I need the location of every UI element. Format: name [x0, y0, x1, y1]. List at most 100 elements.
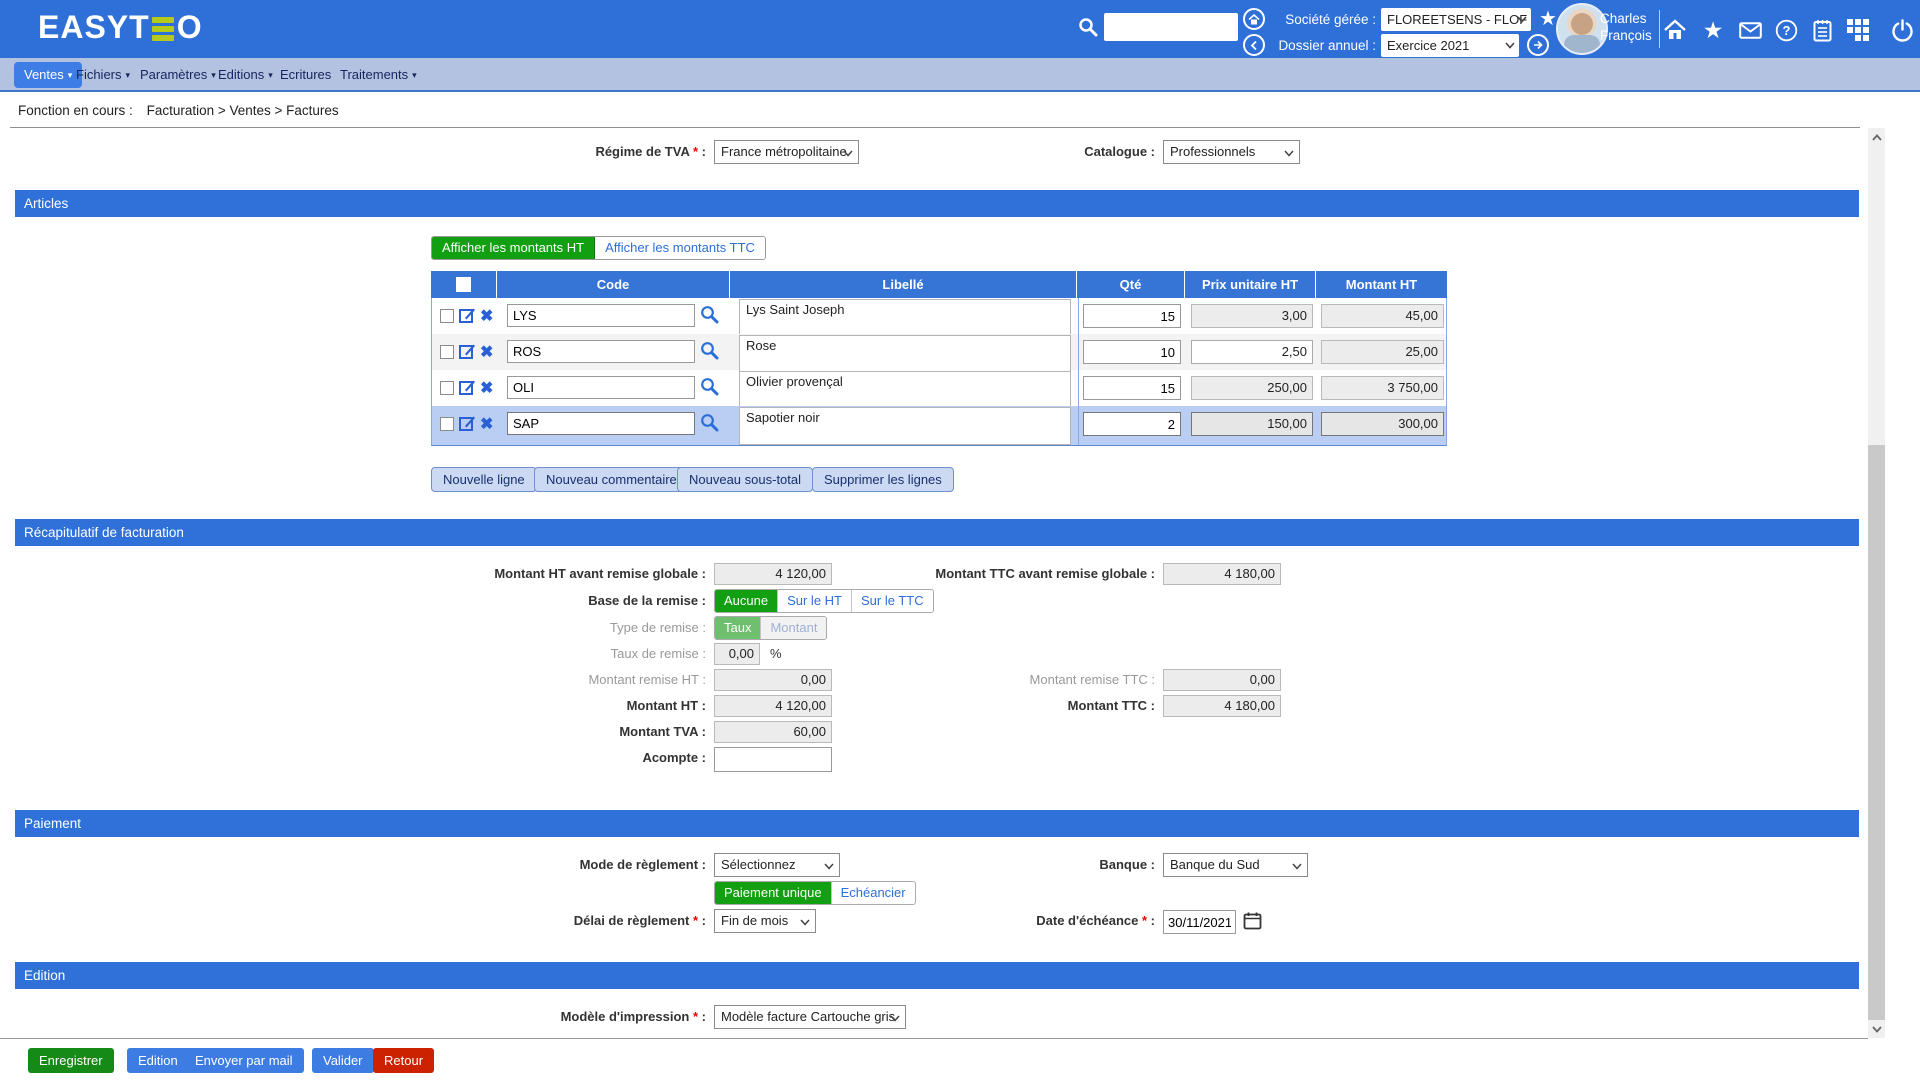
valider-button[interactable]: Valider	[312, 1048, 374, 1073]
base-sur-ht-option[interactable]: Sur le HT	[778, 590, 852, 612]
paiement-unique-option[interactable]: Paiement unique	[715, 882, 832, 904]
acompte-label: Acompte :	[0, 746, 706, 770]
libelle-input[interactable]: Rose	[739, 335, 1071, 373]
delete-row-icon[interactable]: ✖	[480, 378, 493, 398]
section-paiement: Paiement	[15, 810, 1859, 837]
row-checkbox[interactable]	[440, 381, 454, 395]
recap-row-totals: Montant HT : 4 120,00 Montant TTC : 4 18…	[0, 694, 1920, 720]
row-checkbox[interactable]	[440, 417, 454, 431]
qty-input[interactable]	[1083, 304, 1181, 328]
enregistrer-button[interactable]: Enregistrer	[28, 1048, 114, 1073]
delete-row-icon[interactable]: ✖	[480, 342, 493, 362]
search-icon	[1078, 17, 1098, 37]
qty-input[interactable]	[1083, 340, 1181, 364]
libelle-input[interactable]: Olivier provençal	[739, 371, 1071, 409]
show-ht-toggle[interactable]: Afficher les montants HT	[432, 237, 595, 259]
qty-input[interactable]	[1083, 376, 1181, 400]
edit-row-icon[interactable]	[459, 307, 476, 324]
qty-input[interactable]	[1083, 412, 1181, 436]
delete-row-icon[interactable]: ✖	[480, 414, 493, 434]
banque-select[interactable]: Banque du Sud	[1163, 853, 1308, 877]
folder-back-icon[interactable]	[1243, 34, 1265, 56]
folder-select[interactable]: Exercice 2021	[1381, 34, 1519, 57]
search-article-icon[interactable]	[700, 305, 719, 324]
search-input[interactable]	[1104, 13, 1238, 41]
scroll-up-arrow[interactable]	[1868, 128, 1885, 146]
row-checkbox[interactable]	[440, 309, 454, 323]
base-aucune-option[interactable]: Aucune	[715, 590, 778, 612]
delete-row-icon[interactable]: ✖	[480, 306, 493, 326]
show-ttc-toggle[interactable]: Afficher les montants TTC	[595, 237, 765, 259]
invoice-header-row: Régime de TVA * : France métropolitaine …	[0, 140, 1920, 166]
edit-row-icon[interactable]	[459, 343, 476, 360]
code-input[interactable]	[507, 412, 695, 435]
chevron-down-icon	[1505, 42, 1515, 49]
global-search	[1078, 13, 1238, 41]
notes-icon[interactable]	[1809, 17, 1835, 43]
montant-remise-ttc-field: 0,00	[1163, 669, 1281, 691]
scrollbar-thumb[interactable]	[1868, 445, 1885, 1020]
ttc-before-field: 4 180,00	[1163, 563, 1281, 585]
acompte-input[interactable]	[714, 747, 832, 772]
mode-reglement-label: Mode de règlement :	[0, 853, 706, 877]
code-input[interactable]	[507, 304, 695, 327]
scroll-down-arrow[interactable]	[1868, 1020, 1885, 1038]
company-home-icon[interactable]	[1243, 8, 1265, 30]
taux-remise-field: 0,00	[714, 643, 760, 665]
help-icon[interactable]: ?	[1773, 17, 1799, 43]
menu-traitements[interactable]: Traitements▾	[340, 58, 417, 92]
edition-button[interactable]: Edition	[127, 1048, 189, 1073]
calendar-icon[interactable]	[1243, 911, 1262, 930]
company-label: Société gérée :	[1272, 12, 1376, 27]
unit-price-field: 150,00	[1191, 412, 1313, 436]
edit-row-icon[interactable]	[459, 415, 476, 432]
code-input[interactable]	[507, 376, 695, 399]
select-all-checkbox[interactable]	[456, 277, 471, 292]
logo-text-suffix: O	[177, 9, 203, 46]
logo-bars-icon	[151, 15, 176, 43]
libelle-input[interactable]: Sapotier noir	[739, 407, 1071, 445]
table-row: ✖ Rose 2,50 25,00	[432, 334, 1446, 370]
home-icon[interactable]	[1662, 17, 1688, 43]
unit-price-input[interactable]: 2,50	[1191, 340, 1313, 364]
retour-button[interactable]: Retour	[373, 1048, 434, 1073]
base-sur-ttc-option[interactable]: Sur le TTC	[852, 590, 933, 612]
favorites-star-icon[interactable]: ★	[1700, 17, 1726, 43]
mail-icon[interactable]	[1737, 17, 1763, 43]
libelle-input[interactable]: Lys Saint Joseph	[739, 299, 1071, 337]
favorite-star-icon[interactable]: ★	[1539, 8, 1557, 30]
edit-row-icon[interactable]	[459, 379, 476, 396]
envoyer-par-mail-button[interactable]: Envoyer par mail	[184, 1048, 304, 1073]
row-checkbox[interactable]	[440, 345, 454, 359]
catalog-select[interactable]: Professionnels	[1163, 140, 1300, 164]
company-select[interactable]: FLOREETSENS - FLOF	[1381, 8, 1531, 31]
date-echeance-input[interactable]	[1163, 910, 1236, 934]
section-edition: Edition	[15, 962, 1859, 989]
new-line-button[interactable]: Nouvelle ligne	[431, 467, 537, 492]
type-montant-option[interactable]: Montant	[761, 617, 826, 639]
code-input[interactable]	[507, 340, 695, 363]
menu-fichiers[interactable]: Fichiers▾	[76, 58, 130, 92]
menu-ventes[interactable]: Ventes▾	[14, 62, 82, 88]
modele-impression-select[interactable]: Modèle facture Cartouche gris	[714, 1005, 906, 1029]
power-icon[interactable]	[1889, 17, 1915, 43]
echeancier-option[interactable]: Echéancier	[832, 882, 915, 904]
app-logo: EASYTO	[38, 9, 203, 46]
breadcrumb-divider	[10, 127, 1860, 128]
search-article-icon[interactable]	[700, 377, 719, 396]
top-header: EASYTO Société gérée : FLOREETSENS - FLO…	[0, 0, 1920, 58]
folder-go-icon[interactable]	[1527, 34, 1549, 56]
search-article-icon[interactable]	[700, 413, 719, 432]
apps-grid-icon[interactable]	[1845, 17, 1871, 43]
recap-row-tva: Montant TVA : 60,00	[0, 720, 1920, 746]
menu-ecritures[interactable]: Ecritures	[280, 58, 331, 92]
vertical-scrollbar	[1868, 128, 1885, 1038]
delete-lines-button[interactable]: Supprimer les lignes	[812, 467, 954, 492]
vat-label: Régime de TVA * :	[0, 140, 706, 164]
new-subtotal-button[interactable]: Nouveau sous-total	[677, 467, 813, 492]
type-taux-option[interactable]: Taux	[715, 617, 761, 639]
menu-editions[interactable]: Editions▾	[218, 58, 273, 92]
menu-parametres[interactable]: Paramètres▾	[140, 58, 216, 92]
new-comment-button[interactable]: Nouveau commentaire	[534, 467, 689, 492]
search-article-icon[interactable]	[700, 341, 719, 360]
